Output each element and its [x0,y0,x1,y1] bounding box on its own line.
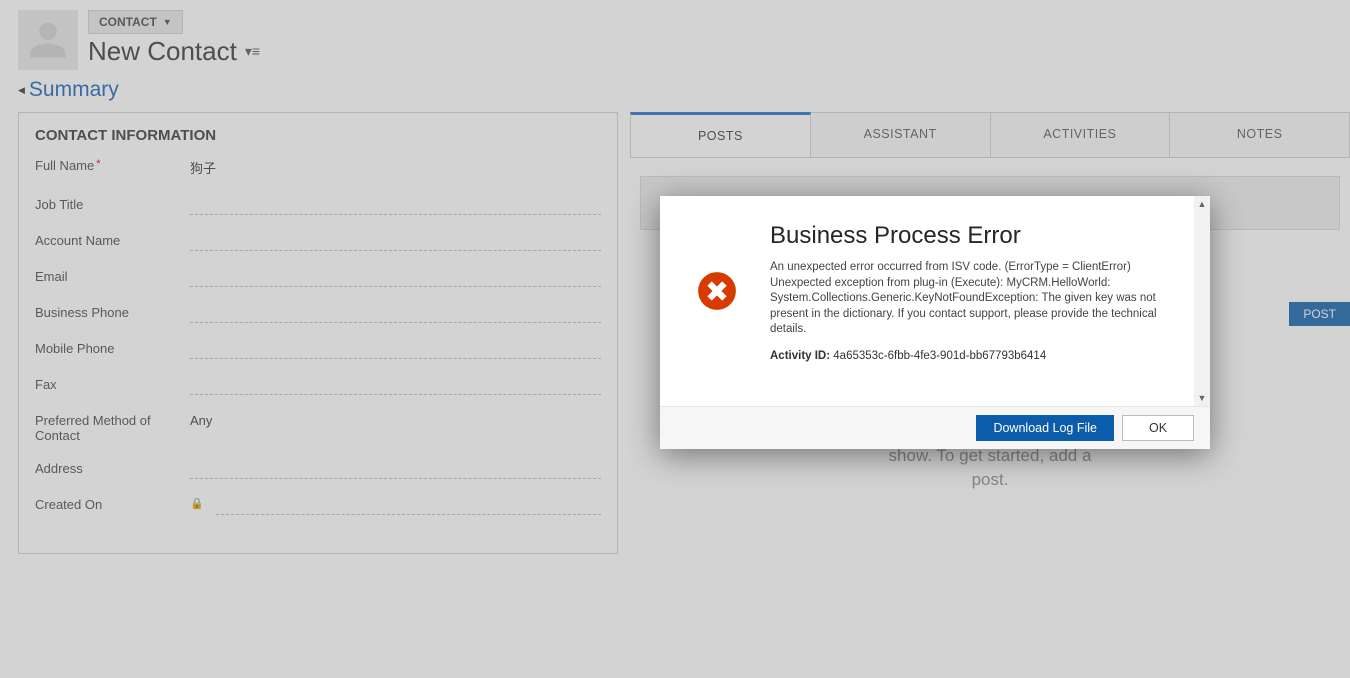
download-log-button[interactable]: Download Log File [976,415,1114,441]
tab-notes[interactable]: NOTES [1170,112,1350,157]
record-menu-icon[interactable]: ▾≡ [245,43,260,60]
field-label: Account Name [35,233,180,248]
field-value[interactable]: 狗子 [190,158,601,179]
field-label: Business Phone [35,305,180,320]
field-mobile-phone[interactable]: Mobile Phone [35,341,601,359]
field-value [216,497,601,515]
field-value[interactable] [190,197,601,215]
section-title: Summary [29,78,119,102]
error-title: Business Process Error [770,222,1180,250]
collapse-caret-icon: ◀ [18,85,25,96]
person-icon [27,19,69,61]
field-created-on: Created On 🔒 [35,497,601,515]
field-value[interactable] [190,233,601,251]
error-activity: Activity ID: 4a65353c-6fbb-4fe3-901d-bb6… [770,350,1180,362]
record-title: New Contact ▾≡ [88,36,260,67]
field-job-title[interactable]: Job Title [35,197,601,215]
chevron-down-icon: ▼ [163,17,172,27]
field-email[interactable]: Email [35,269,601,287]
field-label: Fax [35,377,180,392]
contact-information-card: CONTACT INFORMATION Full Name* 狗子 Job Ti… [18,112,618,554]
error-icon [696,270,738,312]
error-message: An unexpected error occurred from ISV co… [770,260,1180,338]
field-fax[interactable]: Fax [35,377,601,395]
ok-button[interactable]: OK [1122,415,1194,441]
field-value[interactable] [190,377,601,395]
field-value[interactable] [190,269,601,287]
tab-posts[interactable]: POSTS [630,112,811,157]
lock-icon: 🔒 [190,497,202,510]
field-label: Preferred Method of Contact [35,413,180,443]
field-label: Job Title [35,197,180,212]
scrollbar[interactable]: ▲ ▼ [1194,196,1210,406]
field-label: Address [35,461,180,476]
tab-list: POSTS ASSISTANT ACTIVITIES NOTES [630,112,1350,158]
activity-id-label: Activity ID: [770,350,830,362]
required-star-icon: * [96,158,100,170]
field-value[interactable] [190,461,601,479]
entity-type-label: CONTACT [99,15,157,29]
section-header[interactable]: ◀ Summary [18,78,1350,102]
field-account-name[interactable]: Account Name [35,233,601,251]
field-address[interactable]: Address [35,461,601,479]
scroll-down-icon[interactable]: ▼ [1194,390,1210,406]
activity-id-value: 4a65353c-6fbb-4fe3-901d-bb67793b6414 [833,350,1046,362]
post-button[interactable]: POST [1289,302,1350,326]
tab-activities[interactable]: ACTIVITIES [991,112,1171,157]
tab-assistant[interactable]: ASSISTANT [811,112,991,157]
card-title: CONTACT INFORMATION [35,127,601,144]
field-value[interactable]: Any [190,413,601,431]
entity-type-chip[interactable]: CONTACT ▼ [88,10,183,34]
field-label: Full Name* [35,158,180,173]
record-title-text: New Contact [88,36,237,67]
field-label: Created On [35,497,180,512]
field-value[interactable] [190,305,601,323]
avatar [18,10,78,70]
record-header: CONTACT ▼ New Contact ▾≡ [18,10,1350,70]
field-business-phone[interactable]: Business Phone [35,305,601,323]
field-label: Mobile Phone [35,341,180,356]
field-full-name[interactable]: Full Name* 狗子 [35,158,601,179]
field-preferred-method[interactable]: Preferred Method of Contact Any [35,413,601,443]
dialog-footer: Download Log File OK [660,406,1210,449]
field-value[interactable] [190,341,601,359]
field-label: Email [35,269,180,284]
error-dialog: Business Process Error An unexpected err… [660,196,1210,449]
scroll-up-icon[interactable]: ▲ [1194,196,1210,212]
